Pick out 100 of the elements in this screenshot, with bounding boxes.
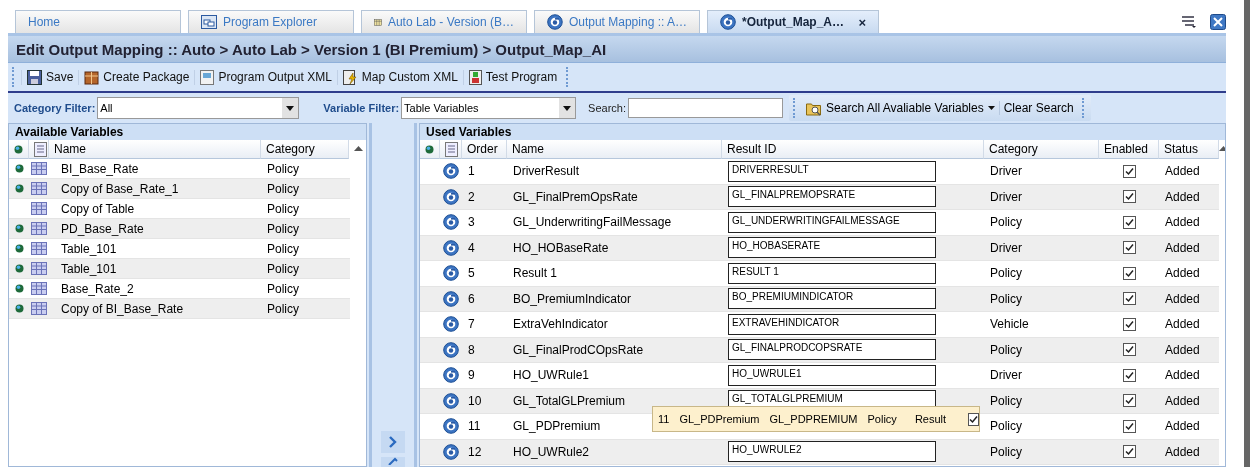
tab[interactable]: Home: [15, 10, 181, 33]
order-number: 9: [467, 368, 476, 383]
sigma-icon: [443, 290, 459, 307]
column-header[interactable]: Name: [49, 140, 261, 159]
category-text: Policy: [267, 261, 299, 276]
category-text: Driver: [989, 368, 1023, 383]
pencil-icon: [388, 457, 398, 465]
toolbar-button[interactable]: Create Package: [78, 69, 195, 85]
result-id-field[interactable]: DRIVERRESULT: [728, 160, 936, 182]
column-header[interactable]: Category: [984, 140, 1099, 159]
result-id-field[interactable]: HO_UWRULE2: [728, 441, 936, 463]
enabled-checkbox[interactable]: [1122, 317, 1136, 331]
table-row[interactable]: Copy of Base_Rate_1 Policy: [9, 179, 350, 199]
table-row[interactable]: PD_Base_Rate Policy: [9, 219, 350, 239]
tab[interactable]: Program Explorer: [188, 10, 354, 33]
document-icon: [34, 141, 47, 157]
package-icon: [84, 69, 100, 85]
variable-name: BI_Base_Rate: [61, 161, 139, 176]
table-row[interactable]: BI_Base_Rate Policy: [9, 159, 350, 179]
sigma-icon: [443, 214, 459, 231]
search-field[interactable]: [628, 98, 784, 118]
enabled-checkbox[interactable]: [1122, 241, 1136, 255]
table-row[interactable]: Table_101 Policy: [9, 259, 350, 279]
tab[interactable]: Auto Lab - Version (B…: [361, 10, 527, 33]
order-number: 12: [467, 444, 483, 459]
enabled-checkbox[interactable]: [1122, 445, 1136, 459]
tab[interactable]: *Output_Map_A… ×: [707, 10, 879, 33]
category-text: Policy: [989, 291, 1023, 306]
window-icon: [201, 15, 217, 29]
scroll-up-icon[interactable]: [353, 146, 363, 151]
flask-icon: [468, 69, 482, 85]
column-header[interactable]: Order: [462, 140, 507, 159]
category-text: Driver: [989, 164, 1023, 179]
move-right-button[interactable]: [381, 431, 405, 453]
result-id-field[interactable]: RESULT 1: [728, 262, 936, 284]
enabled-checkbox[interactable]: [1122, 190, 1136, 204]
variable-name: Copy of Table: [61, 201, 135, 216]
category-text: Policy: [989, 342, 1023, 357]
variable-name: BO_PremiumIndicator: [512, 291, 633, 306]
table-row[interactable]: 2 GL_FinalPremOpsRate GL_FINALPREMOPSRATE Driver Added: [420, 184, 1219, 210]
list-menu-icon[interactable]: [1181, 15, 1197, 29]
table-row[interactable]: 3 GL_UnderwritingFailMessage GL_UNDERWRITINGFAILMESSAGE Policy Added: [420, 210, 1219, 236]
table-row[interactable]: 4 HO_HOBaseRate HO_HOBASERATE Driver Added: [420, 235, 1219, 261]
table-row[interactable]: 9 HO_UWRule1 HO_UWRULE1 Driver Added: [420, 363, 1219, 389]
variable-select[interactable]: Table Variables: [401, 97, 577, 119]
sigma-icon: [443, 239, 459, 256]
enabled-checkbox[interactable]: [1122, 266, 1136, 280]
table-row[interactable]: Copy of BI_Base_Rate Policy: [9, 299, 350, 319]
clear-search-button[interactable]: Clear Search: [998, 101, 1078, 115]
category-text: Policy: [267, 301, 299, 316]
search-all-button[interactable]: Search All Avaliable Variables: [802, 100, 999, 116]
result-id-field[interactable]: HO_HOBASERATE: [728, 237, 936, 259]
close-tab-button[interactable]: ×: [858, 14, 866, 30]
column-header[interactable]: Enabled: [1099, 140, 1159, 159]
status-dot-icon: [425, 144, 434, 154]
table-row[interactable]: Base_Rate_2 Policy: [9, 279, 350, 299]
enabled-checkbox[interactable]: [1122, 394, 1136, 408]
result-id-field[interactable]: BO_PREMIUMINDICATOR: [728, 288, 936, 310]
close-icon[interactable]: [1210, 14, 1226, 30]
category-select[interactable]: All: [97, 97, 300, 119]
table-row[interactable]: 7 ExtraVehIndicator EXTRAVEHINDICATOR Vehicle Added: [420, 312, 1219, 338]
column-header[interactable]: Result ID: [722, 140, 984, 159]
enabled-checkbox[interactable]: [1122, 164, 1136, 178]
tab[interactable]: Output Mapping :: A…: [534, 10, 700, 33]
table-row[interactable]: Table_101 Policy: [9, 239, 350, 259]
toolbar-button[interactable]: Test Program: [462, 69, 563, 85]
sigma-icon: [443, 392, 459, 409]
category-text: Policy: [989, 444, 1023, 459]
variable-name: Copy of Base_Rate_1: [61, 181, 179, 196]
column-header[interactable]: Name: [507, 140, 722, 159]
panel-title: Used Variables: [420, 124, 1225, 140]
table-row[interactable]: Copy of Table Policy: [9, 199, 350, 219]
status-text: Added: [1164, 317, 1201, 332]
order-number: 10: [467, 393, 483, 408]
enabled-checkbox[interactable]: [1122, 343, 1136, 357]
table-row[interactable]: 12 HO_UWRule2 HO_UWRULE2 Policy Added: [420, 439, 1219, 465]
table-row[interactable]: 8 GL_FinalProdCOpsRate GL_FINALPRODCOPSRATE Policy Added: [420, 337, 1219, 363]
result-id-field[interactable]: EXTRAVEHINDICATOR: [728, 313, 936, 335]
table-row[interactable]: 6 BO_PremiumIndicator BO_PREMIUMINDICATOR Policy Added: [420, 286, 1219, 312]
toolbar-button[interactable]: Save: [21, 69, 79, 85]
enabled-checkbox[interactable]: [1122, 215, 1136, 229]
result-id-field[interactable]: GL_UNDERWRITINGFAILMESSAGE: [728, 211, 936, 233]
category-text: Policy: [267, 241, 299, 256]
category-text: Policy: [989, 266, 1023, 281]
table-row[interactable]: 1 DriverResult DRIVERRESULT Driver Added: [420, 159, 1219, 185]
column-header[interactable]: Status: [1159, 140, 1219, 159]
status-dot-icon: [14, 144, 23, 154]
edit-button[interactable]: [381, 457, 405, 467]
table-icon: [31, 222, 47, 235]
enabled-checkbox[interactable]: [1122, 419, 1136, 433]
table-row[interactable]: 5 Result 1 RESULT 1 Policy Added: [420, 261, 1219, 287]
result-id-field[interactable]: GL_FINALPREMOPSRATE: [728, 186, 936, 208]
toolbar-button[interactable]: Map Custom XML: [336, 69, 463, 85]
toolbar-button[interactable]: Program Output XML: [194, 69, 337, 85]
column-header[interactable]: Category: [261, 140, 349, 159]
result-id-field[interactable]: HO_UWRULE1: [728, 364, 936, 386]
result-id-field[interactable]: GL_FINALPRODCOPSRATE: [728, 339, 936, 361]
enabled-checkbox[interactable]: [1122, 292, 1136, 306]
enabled-checkbox[interactable]: [1122, 368, 1136, 382]
sigma-icon: [720, 14, 736, 30]
